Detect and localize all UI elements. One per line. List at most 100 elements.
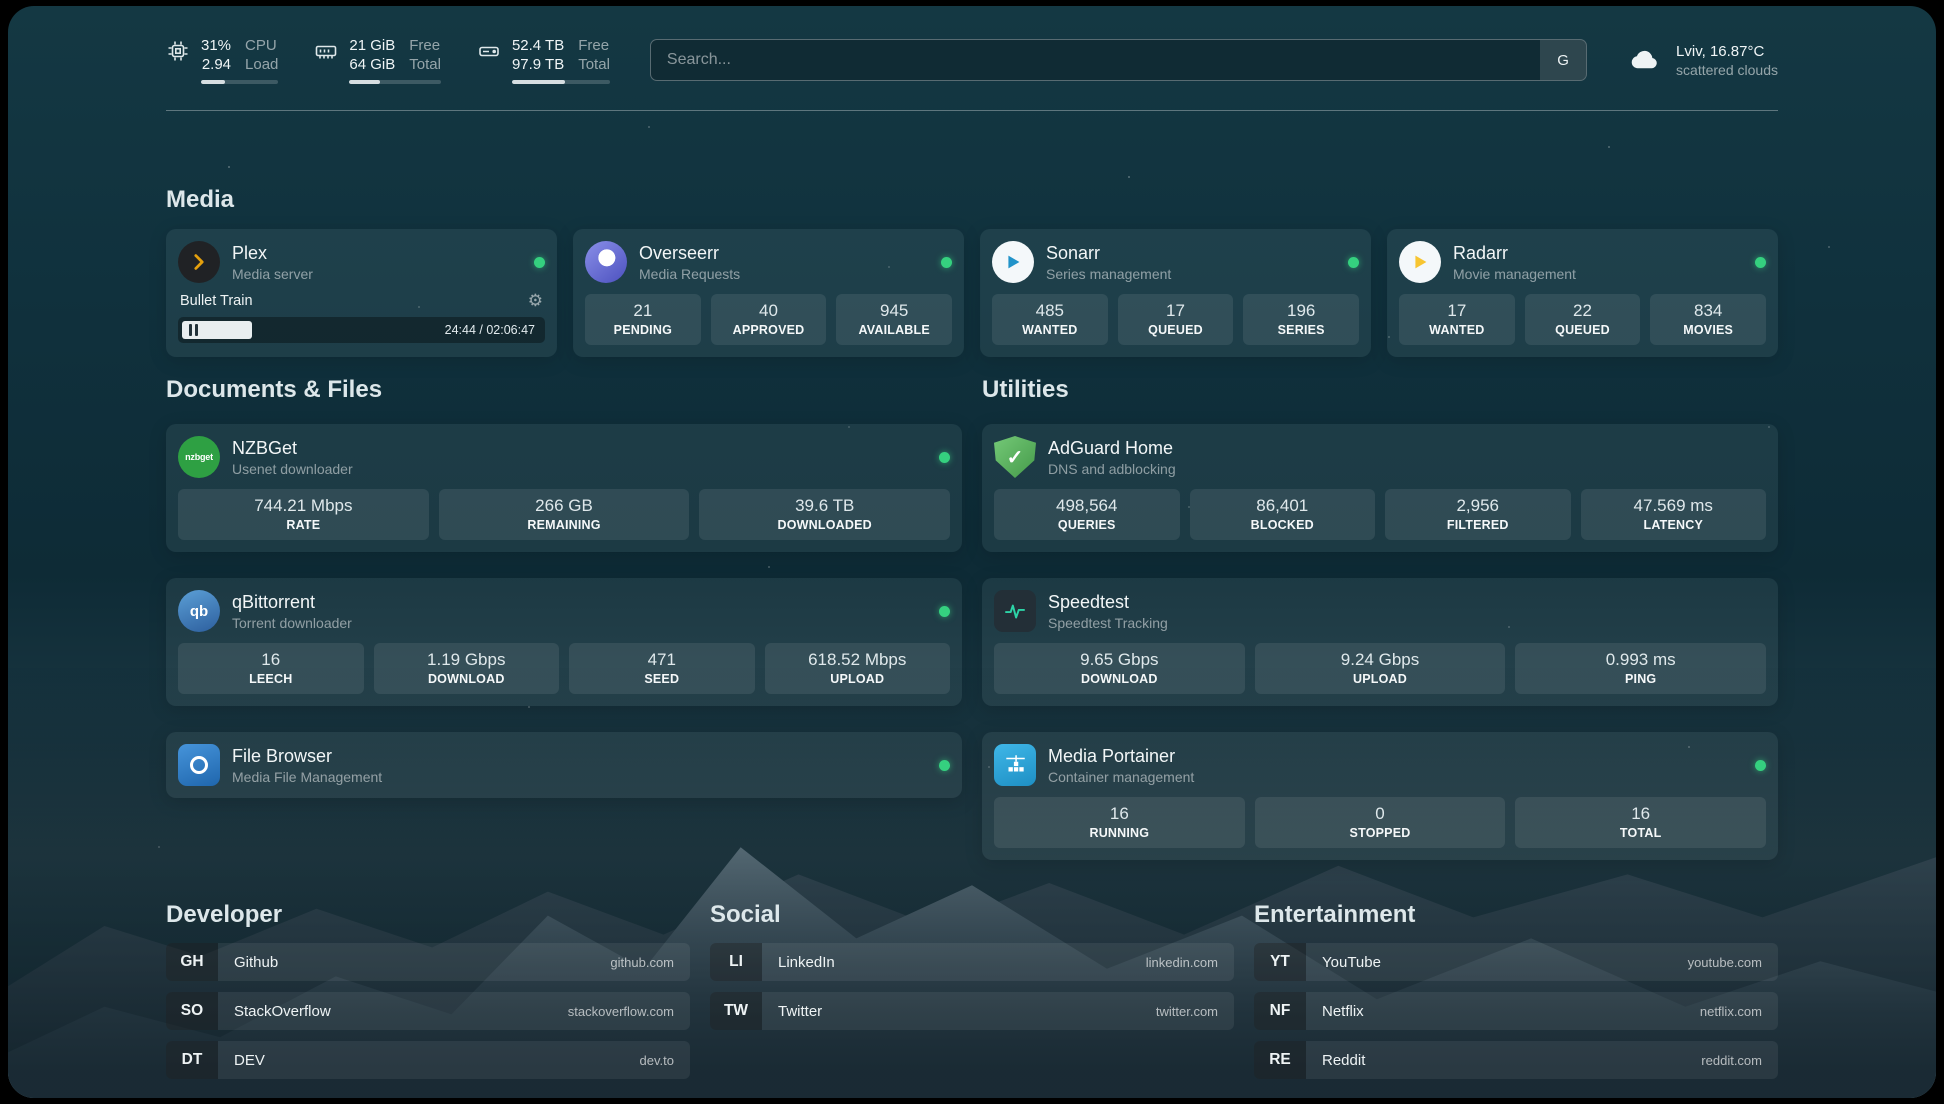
stat-latency: 47.569 ms LATENCY xyxy=(1581,489,1767,540)
service-desc: Usenet downloader xyxy=(232,460,353,478)
filebrowser-icon xyxy=(178,744,220,786)
gear-icon[interactable]: ⚙ xyxy=(528,292,543,309)
stat-series: 196 SERIES xyxy=(1243,294,1359,345)
service-card-nzbget[interactable]: nzbget NZBGet Usenet downloader 744.21 M… xyxy=(166,424,962,552)
service-card-qbittorrent[interactable]: qb qBittorrent Torrent downloader 16 LEE… xyxy=(166,578,962,706)
disk-progress-bar xyxy=(512,80,610,84)
stat-download: 9.65 Gbps DOWNLOAD xyxy=(994,643,1245,694)
stat-running: 16 RUNNING xyxy=(994,797,1245,848)
stat-wanted: 485 WANTED xyxy=(992,294,1108,345)
dashboard-screen: 31% 2.94 CPU Load xyxy=(8,6,1936,1098)
service-card-portainer[interactable]: Media Portainer Container management 16 … xyxy=(982,732,1778,860)
disk-free-value: 52.4 TB xyxy=(512,36,564,55)
stat-downloaded: 39.6 TB DOWNLOADED xyxy=(699,489,950,540)
stat-movies: 834 MOVIES xyxy=(1650,294,1766,345)
search-provider-button[interactable]: G xyxy=(1540,40,1586,80)
bookmark-linkedin[interactable]: LI LinkedIn linkedin.com xyxy=(710,943,1234,981)
header-divider xyxy=(166,110,1778,111)
service-name: AdGuard Home xyxy=(1048,437,1176,459)
bookmark-netflix[interactable]: NF Netflix netflix.com xyxy=(1254,992,1778,1030)
weather-widget[interactable]: Lviv, 16.87°C scattered clouds xyxy=(1627,42,1778,79)
stat-total: 16 TOTAL xyxy=(1515,797,1766,848)
speedtest-icon xyxy=(994,590,1036,632)
stat-approved: 40 APPROVED xyxy=(711,294,827,345)
twitter-icon: TW xyxy=(710,992,762,1030)
pause-icon[interactable] xyxy=(189,324,198,336)
stat-pending: 21 PENDING xyxy=(585,294,701,345)
developer-heading: Developer xyxy=(166,900,690,930)
service-desc: Container management xyxy=(1048,768,1194,786)
dev-icon: DT xyxy=(166,1041,218,1079)
stat-wanted: 17 WANTED xyxy=(1399,294,1515,345)
service-card-filebrowser[interactable]: File Browser Media File Management xyxy=(166,732,962,798)
service-name: Overseerr xyxy=(639,242,740,264)
service-card-overseerr[interactable]: Overseerr Media Requests 21 PENDING 40 A… xyxy=(573,229,964,357)
memory-free-value: 21 GiB xyxy=(349,36,395,55)
playback-progress-bar: 24:44 / 02:06:47 xyxy=(178,317,545,343)
service-card-radarr[interactable]: Radarr Movie management 17 WANTED 22 QUE… xyxy=(1387,229,1778,357)
bookmark-youtube[interactable]: YT YouTube youtube.com xyxy=(1254,943,1778,981)
service-desc: Movie management xyxy=(1453,265,1576,283)
cpu-label: CPU xyxy=(245,36,278,55)
playback-time: 24:44 / 02:06:47 xyxy=(445,317,535,343)
memory-widget: 21 GiB 64 GiB Free Total xyxy=(314,36,441,84)
radarr-icon xyxy=(1399,241,1441,283)
service-desc: Media Requests xyxy=(639,265,740,283)
stackoverflow-icon: SO xyxy=(166,992,218,1030)
reddit-icon: RE xyxy=(1254,1041,1306,1079)
disk-icon xyxy=(477,39,501,63)
section-utilities: Utilities ✓ AdGuard Home DNS and adblock… xyxy=(982,375,1778,860)
memory-total-value: 64 GiB xyxy=(349,55,395,74)
media-grid: Plex Media server Bullet Train ⚙ xyxy=(166,229,1778,357)
cpu-icon xyxy=(166,39,190,63)
bookmark-github[interactable]: GH Github github.com xyxy=(166,943,690,981)
plex-icon xyxy=(178,241,220,283)
service-desc: Series management xyxy=(1046,265,1171,283)
service-card-adguard[interactable]: ✓ AdGuard Home DNS and adblocking 498,56… xyxy=(982,424,1778,552)
stat-blocked: 86,401 BLOCKED xyxy=(1190,489,1376,540)
stat-upload: 618.52 Mbps UPLOAD xyxy=(765,643,951,694)
adguard-shield-icon: ✓ xyxy=(994,436,1036,478)
stat-filtered: 2,956 FILTERED xyxy=(1385,489,1571,540)
service-desc: DNS and adblocking xyxy=(1048,460,1176,478)
service-card-plex[interactable]: Plex Media server Bullet Train ⚙ xyxy=(166,229,557,357)
plex-now-playing: Bullet Train ⚙ 24:44 / 02:06:47 xyxy=(178,292,545,343)
service-desc: Media server xyxy=(232,265,313,283)
bookmark-reddit[interactable]: RE Reddit reddit.com xyxy=(1254,1041,1778,1079)
status-online-dot xyxy=(534,257,545,268)
service-card-speedtest[interactable]: Speedtest Speedtest Tracking 9.65 Gbps D… xyxy=(982,578,1778,706)
bookmark-dev[interactable]: DT DEV dev.to xyxy=(166,1041,690,1079)
status-online-dot xyxy=(1755,760,1766,771)
weather-location: Lviv, 16.87°C xyxy=(1676,42,1778,61)
youtube-icon: YT xyxy=(1254,943,1306,981)
section-media: Media Plex Media server xyxy=(166,185,1778,357)
dashboard-content: 31% 2.94 CPU Load xyxy=(8,6,1936,1098)
bookmark-group-entertainment: Entertainment YT YouTube youtube.com NF … xyxy=(1254,900,1778,1090)
service-name: Sonarr xyxy=(1046,242,1171,264)
utilities-heading: Utilities xyxy=(982,375,1778,405)
now-playing-title: Bullet Train xyxy=(180,293,253,309)
netflix-icon: NF xyxy=(1254,992,1306,1030)
disk-widget: 52.4 TB 97.9 TB Free Total xyxy=(477,36,610,84)
stat-queries: 498,564 QUERIES xyxy=(994,489,1180,540)
nzbget-icon: nzbget xyxy=(178,436,220,478)
status-online-dot xyxy=(1348,257,1359,268)
status-online-dot xyxy=(939,760,950,771)
linkedin-icon: LI xyxy=(710,943,762,981)
memory-progress-bar xyxy=(349,80,441,84)
bookmark-twitter[interactable]: TW Twitter twitter.com xyxy=(710,992,1234,1030)
portainer-icon xyxy=(994,744,1036,786)
cpu-load-label: Load xyxy=(245,55,278,74)
documents-heading: Documents & Files xyxy=(166,375,962,405)
search-input[interactable] xyxy=(651,40,1540,80)
bookmark-group-social: Social LI LinkedIn linkedin.com TW Twitt… xyxy=(710,900,1234,1090)
memory-progress-fill xyxy=(349,80,379,84)
cpu-usage-value: 31% xyxy=(201,36,231,55)
bookmark-stackoverflow[interactable]: SO StackOverflow stackoverflow.com xyxy=(166,992,690,1030)
service-card-sonarr[interactable]: Sonarr Series management 485 WANTED 17 Q… xyxy=(980,229,1371,357)
sonarr-icon xyxy=(992,241,1034,283)
service-name: Media Portainer xyxy=(1048,745,1194,767)
search-bar: G xyxy=(650,39,1587,81)
status-online-dot xyxy=(939,606,950,617)
cpu-widget: 31% 2.94 CPU Load xyxy=(166,36,278,84)
